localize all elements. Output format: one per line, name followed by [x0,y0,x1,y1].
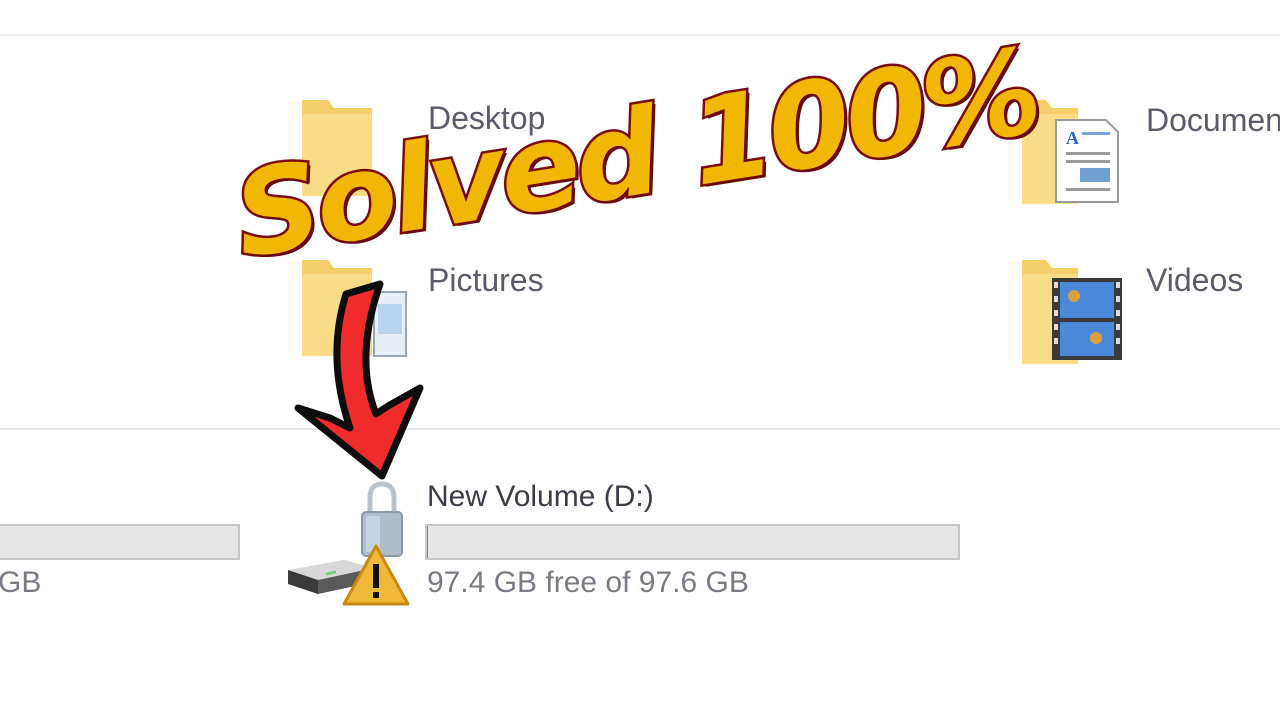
drive-label: New Volume (D:) [427,480,654,513]
folder-documents[interactable]: A Documents [1018,92,1280,212]
videos-icon [1022,260,1122,364]
drive-free-space: GB [0,566,42,599]
section-divider-top [0,34,1280,36]
warning-icon [342,544,410,606]
drive-capacity-fill [427,526,429,558]
drive-capacity-bar [0,524,240,560]
folder-label: Videos [1146,262,1244,298]
drive-free-space: 97.4 GB free of 97.6 GB [427,566,749,599]
arrow-icon [294,280,424,480]
drive-capacity-bar [425,524,960,560]
drive-left[interactable]: GB [0,520,240,610]
svg-text:A: A [1066,128,1079,148]
folder-label: Documents [1146,102,1280,138]
folder-videos[interactable]: Videos [1018,252,1280,372]
section-divider [0,428,1280,430]
drive-new-volume-d[interactable]: New Volume (D:) 97.4 GB free of 97.6 GB [280,470,970,620]
